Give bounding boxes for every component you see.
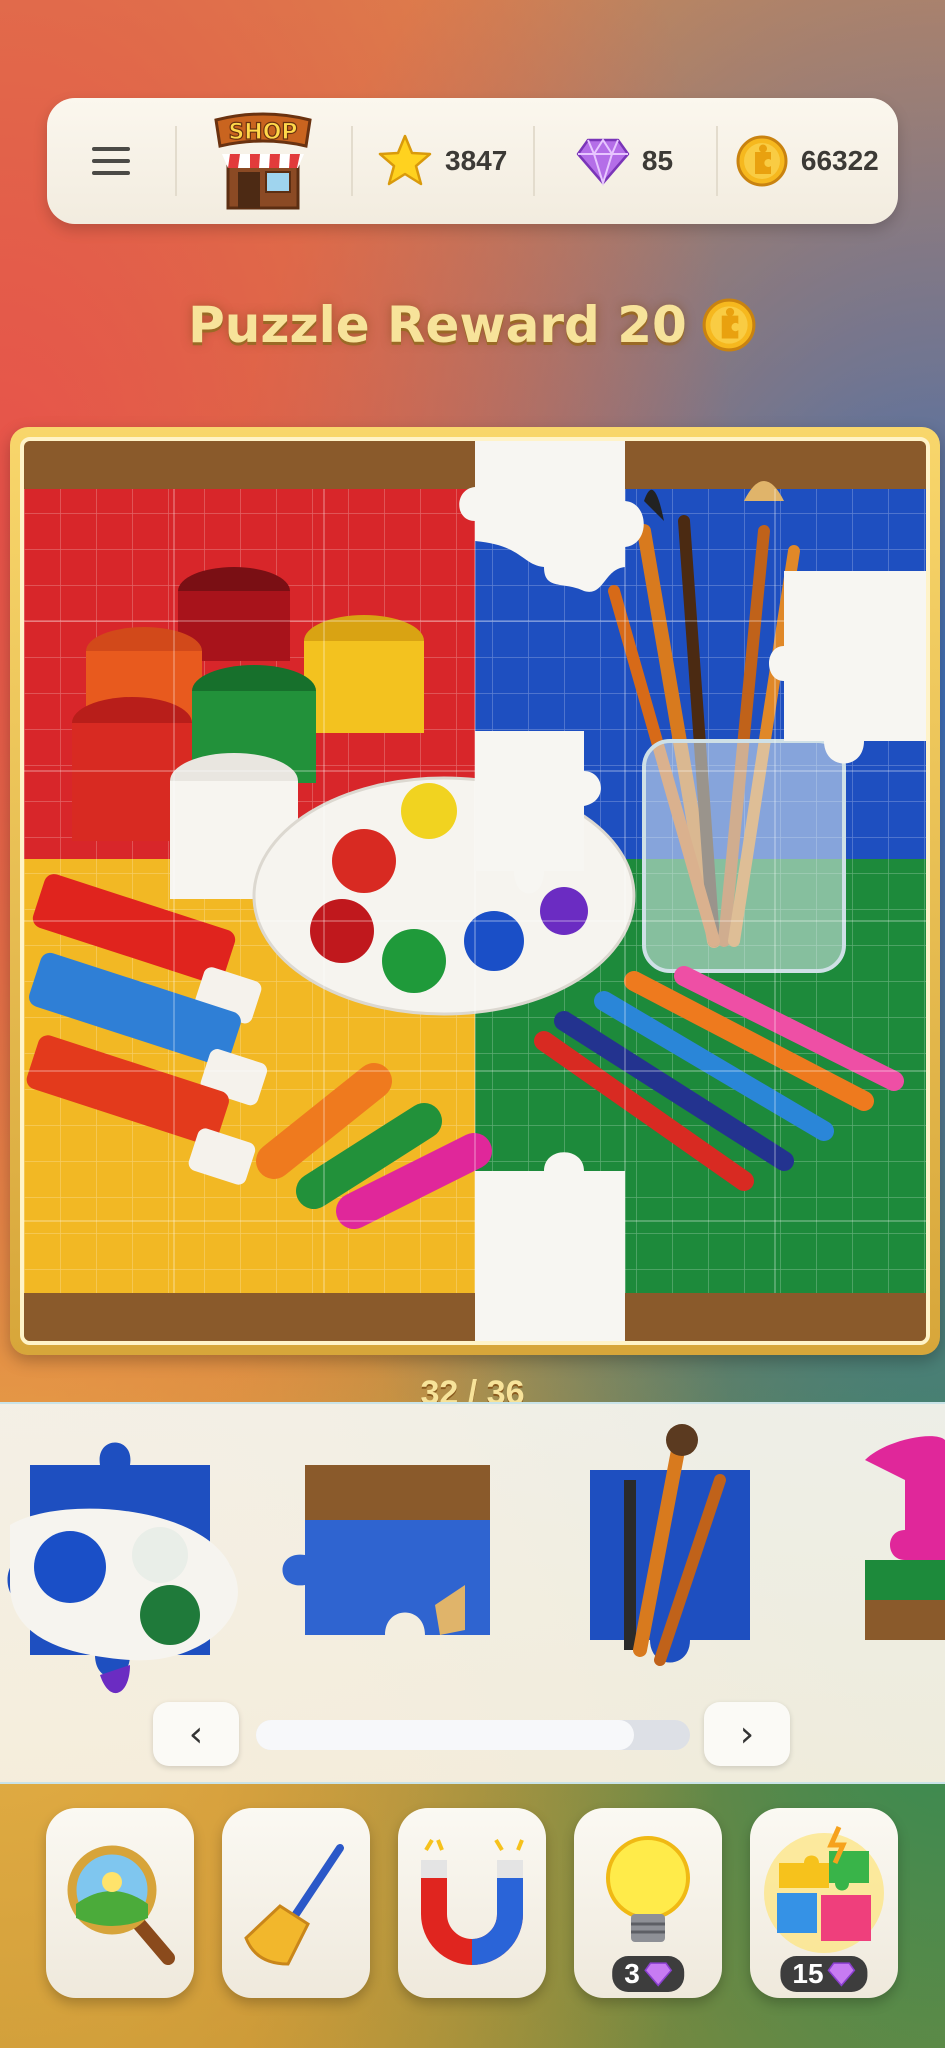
tray-scrollbar[interactable] [256,1720,690,1750]
gem-icon [827,1962,856,1987]
auto-complete-cost: 15 [792,1958,824,1989]
reward-text: Puzzle Reward 20 [188,296,687,354]
hint-cost-badge: 3 [612,1956,684,1992]
hint-button[interactable]: 3 [574,1808,722,1998]
brushes-piece[interactable] [570,1420,770,1700]
shop-label: SHOP [228,120,297,145]
lightbulb-icon [606,1836,690,1942]
scroll-right-button[interactable]: › [704,1702,790,1766]
shop-icon: SHOP [214,112,312,210]
puzzle-image[interactable] [20,437,930,1345]
star-icon [378,134,432,186]
magnet-icon [421,1838,524,1965]
chevron-right-icon: › [739,1713,755,1755]
tray-scrollbar-thumb[interactable] [256,1720,634,1750]
auto-complete-button[interactable]: 15 [750,1808,898,1998]
puzzle-coin-icon [736,135,788,187]
puzzle-reward-title: Puzzle Reward 20 [0,290,945,360]
hint-cost: 3 [624,1958,640,1989]
gem-icon [643,1962,672,1987]
palette-piece[interactable] [0,1415,260,1695]
coins-counter: 66322 [715,98,898,224]
broom-button[interactable] [222,1808,370,1998]
coins-value: 66322 [800,145,879,176]
partial-piece[interactable] [855,1420,945,1650]
gem-icon [576,138,630,186]
shop-button[interactable]: SHOP [175,98,351,224]
top-bar: SHOP 3847 85 66322 [47,98,898,224]
gems-value: 85 [641,145,674,176]
auto-complete-cost-badge: 15 [780,1956,868,1992]
hamburger-menu-icon [92,147,130,175]
magnifier-icon [67,1845,175,1965]
broom-icon [244,1844,344,1966]
stars-counter: 3847 [351,98,533,224]
tool-bar: 3 15 [0,1800,945,2000]
puzzle-pieces-icon [764,1825,884,1953]
magnet-button[interactable] [398,1808,546,1998]
chevron-left-icon: ‹ [188,1713,204,1755]
puzzle-coin-icon [702,298,756,352]
magnifier-button[interactable] [46,1808,194,1998]
scroll-left-button[interactable]: ‹ [153,1702,239,1766]
gems-counter: 85 [533,98,715,224]
blue-wood-piece[interactable] [255,1455,500,1665]
puzzle-board[interactable] [10,427,940,1355]
menu-button[interactable] [47,98,175,224]
stars-value: 3847 [445,145,508,176]
